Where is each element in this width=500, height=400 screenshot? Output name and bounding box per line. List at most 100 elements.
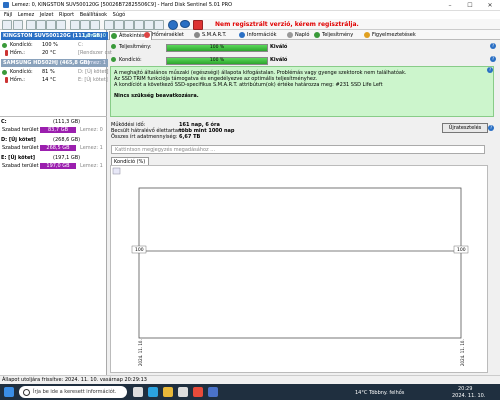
tools-icon[interactable] <box>144 20 154 30</box>
performance-result: Kiváló <box>270 44 288 50</box>
start-icon[interactable] <box>4 387 14 397</box>
tab-temperature[interactable]: Hőmérséklet <box>143 31 184 39</box>
surface-test-icon[interactable] <box>56 20 66 30</box>
chrome-icon[interactable] <box>193 387 203 397</box>
temp-extra: E: [Új kötet] <box>78 77 108 83</box>
x-tick-right: 2024. 11. 10. <box>460 339 465 366</box>
tab-performance[interactable]: Teljesítmény <box>313 31 353 39</box>
clock-date[interactable]: 2024. 11. 10. <box>452 393 485 399</box>
performance-bar: 100 % <box>166 44 268 52</box>
performance-check-icon <box>111 44 116 49</box>
volume-header-d[interactable]: D: [Új kötet] (268,6 GB) <box>1 137 106 144</box>
graph-icon[interactable] <box>104 20 114 30</box>
disk-header-1[interactable]: SAMSUNG HD502HJ (465,8 GB) Lemez: 1 <box>1 59 108 67</box>
clock-time[interactable]: 20:29 <box>458 386 472 392</box>
app-icon <box>3 2 9 8</box>
written-label: Összes írt adatmennyiség: <box>111 134 178 140</box>
health-label: Kondíció: <box>10 42 33 48</box>
menu-bar: Fájl Lemez Jelzet Riport Beállítások Súg… <box>0 11 500 19</box>
close-button[interactable]: ✕ <box>480 1 500 10</box>
disk-check-icon[interactable] <box>36 20 46 30</box>
volume-header-c[interactable]: C: (111,3 GB) <box>1 119 106 126</box>
info-icon[interactable] <box>180 20 190 28</box>
retest-button[interactable]: Újratesztelés <box>442 123 488 133</box>
comment-input[interactable]: Kattintson megjegyzés megadásához ... <box>111 145 485 154</box>
message-line: A kondíciót a következő SSD-specifikus S… <box>114 82 383 88</box>
health-message: A meghajtó általános műszaki (egészségi)… <box>110 66 494 117</box>
taskbar: Írja be ide a keresett információt. 14°C… <box>0 384 500 400</box>
volume-free-row: Szabad terület 83,7 GB Lemez: 0 <box>2 127 103 134</box>
help-icon[interactable]: ? <box>488 125 494 131</box>
hds-icon[interactable] <box>208 387 218 397</box>
health-check-icon <box>2 43 7 48</box>
written-value: 6,67 TB <box>179 134 201 140</box>
tab-health-graph[interactable]: Kondíció (%) <box>111 157 149 165</box>
health-check-icon <box>2 70 7 75</box>
disk-test-icon[interactable] <box>46 20 56 30</box>
menu-file[interactable]: Fájl <box>4 11 12 19</box>
help-icon[interactable]: ? <box>490 56 496 62</box>
tab-log[interactable]: Napló <box>286 31 309 39</box>
help-icon[interactable]: ? <box>487 67 493 73</box>
free-space-bar: 83,7 GB <box>40 127 76 133</box>
volume-header-e[interactable]: E: [Új kötet] (197,1 GB) <box>1 155 106 162</box>
free-space-bar: 268,5 GB <box>40 145 76 151</box>
mail-icon[interactable] <box>90 20 100 30</box>
free-label: Szabad terület <box>2 163 39 169</box>
help-icon[interactable]: ? <box>490 43 496 49</box>
disk-tag: Lemez: 1 <box>83 60 106 66</box>
menu-report-sign[interactable]: Jelzet <box>40 11 54 19</box>
disk-icon[interactable] <box>26 20 36 30</box>
overview-icon <box>111 33 117 39</box>
point-label-right: 100 <box>457 247 466 253</box>
health-value: 100 % <box>42 42 58 48</box>
graph-svg: 100 100 2024. 11. 10. 2024. 11. 10. <box>112 167 469 366</box>
save-icon[interactable] <box>2 20 12 30</box>
volume-disk: Lemez: 1 <box>80 163 103 169</box>
maximize-button[interactable]: ☐ <box>460 1 480 10</box>
alert-icon[interactable] <box>134 20 144 30</box>
volume-size: (268,6 GB) <box>53 137 81 143</box>
point-label-left: 100 <box>135 247 144 253</box>
temp-value: 14 °C <box>42 77 56 83</box>
exit-icon[interactable] <box>193 20 203 30</box>
temp-label: Hőm.: <box>10 77 25 83</box>
menu-report[interactable]: Riport <box>59 11 74 19</box>
graph-menu-icon[interactable] <box>112 167 121 175</box>
report-icon[interactable] <box>70 20 80 30</box>
temp-label: Hőm.: <box>10 50 25 56</box>
health-label: Kondíció: <box>119 57 142 63</box>
minimize-button[interactable]: – <box>440 1 460 10</box>
x-tick-left: 2024. 11. 10. <box>138 339 143 366</box>
disk-header-0[interactable]: KINGSTON SUV500120G (111,8 GB) Lemez: 0 <box>1 32 108 40</box>
message-action: Nincs szükség beavatkozásra. <box>114 93 199 99</box>
help-icon[interactable] <box>168 20 178 30</box>
clock-icon[interactable] <box>154 20 164 30</box>
volume-disk: Lemez: 0 <box>80 127 103 133</box>
menu-help[interactable]: Súgó <box>113 11 126 19</box>
task-view-icon[interactable] <box>133 387 143 397</box>
taskbar-search[interactable]: Írja be ide a keresett információt. <box>19 386 127 398</box>
tab-alerts[interactable]: Figyelmeztetések <box>363 31 416 39</box>
volume-name: E: [Új kötet] <box>1 155 36 161</box>
menu-disk[interactable]: Lemez <box>18 11 34 19</box>
search-icon <box>23 389 30 396</box>
window-title: Lemez: 0, KINGSTON SUV500120G [50026B728… <box>12 2 233 8</box>
temp-value: 20 °C <box>42 50 56 56</box>
tab-information[interactable]: Információk <box>238 31 276 39</box>
edge-icon[interactable] <box>148 387 158 397</box>
volume-name: D: [Új kötet] <box>1 137 36 143</box>
settings-icon[interactable] <box>124 20 134 30</box>
registration-notice[interactable]: Nem regisztrált verzió, kérem regisztrál… <box>215 21 359 28</box>
weather-text[interactable]: 14°C Többny. felhős <box>355 390 404 396</box>
disk-title: SAMSUNG HD502HJ (465,8 GB) <box>3 60 90 66</box>
health-check-icon <box>111 57 116 62</box>
performance-row: Teljesítmény: 100 % Kiváló ? <box>109 41 499 53</box>
menu-settings[interactable]: Beállítások <box>80 11 107 19</box>
store-icon[interactable] <box>178 387 188 397</box>
list-icon[interactable] <box>114 20 124 30</box>
refresh-icon[interactable] <box>13 20 23 30</box>
tab-smart[interactable]: S.M.A.R.T. <box>193 31 227 39</box>
explorer-icon[interactable] <box>163 387 173 397</box>
print-icon[interactable] <box>80 20 90 30</box>
